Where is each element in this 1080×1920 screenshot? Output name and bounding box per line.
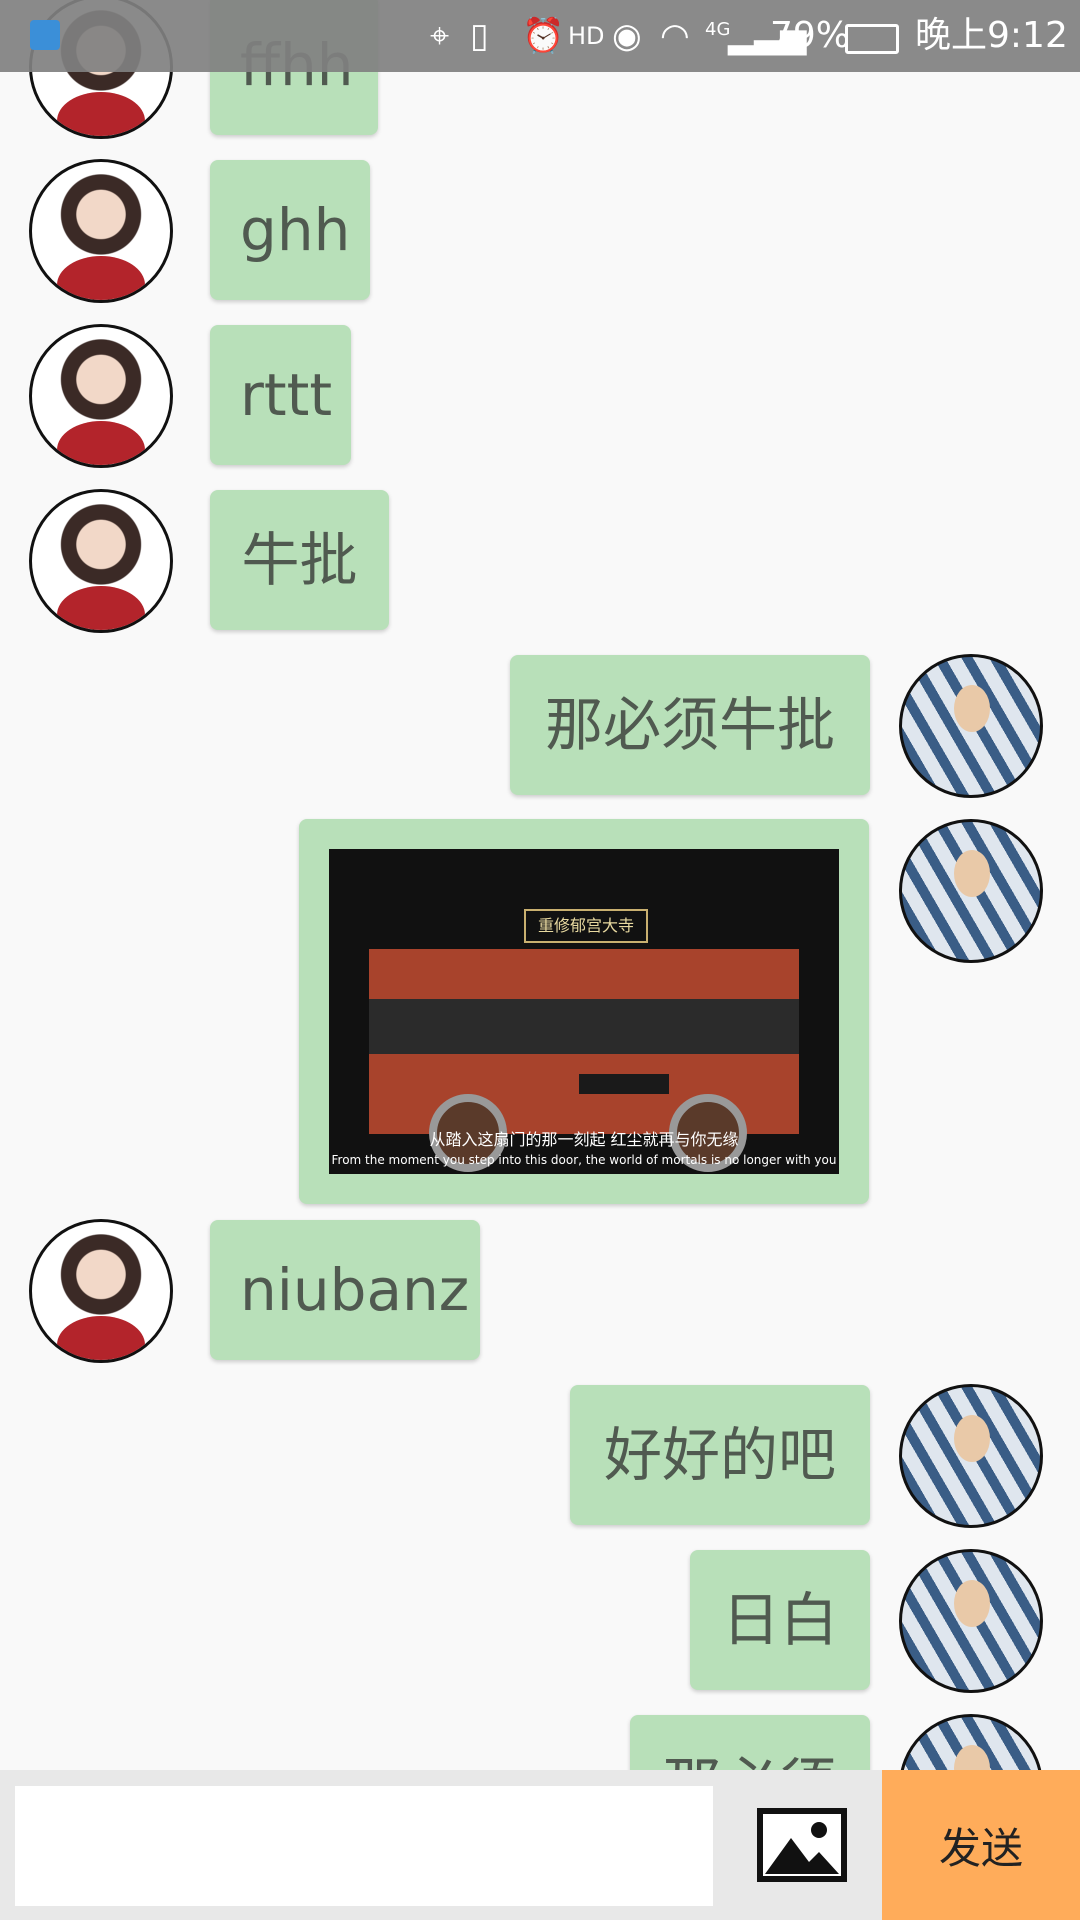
battery-percent: 79% [770,15,851,56]
temple-sign: 重修郁宫大寺 [524,909,648,943]
message-input[interactable] [15,1786,713,1906]
avatar[interactable] [29,1219,173,1363]
status-bar: ⌖ ▯ ⏰ HD ◉ ◠ 4G ▂▃▅ 79% 晚上9:12 [0,0,1080,72]
vibrate-icon: ▯ [470,16,489,56]
message-image[interactable]: 重修郁宫大寺 从踏入这扇门的那一刻起 红尘就再与你无缘 From the mom… [329,849,839,1174]
location-icon: ⌖ [430,16,450,56]
avatar[interactable] [29,324,173,468]
image-caption-cn: 从踏入这扇门的那一刻起 红尘就再与你无缘 [429,1130,739,1149]
notification-icon [30,20,60,50]
send-button[interactable]: 发送 [882,1770,1080,1920]
temple-gate [579,1074,669,1094]
network-type: 4G [705,19,731,40]
message-bubble[interactable]: 日白 [690,1550,870,1690]
message-bubble[interactable]: ghh [210,160,370,300]
avatar[interactable] [29,489,173,633]
avatar[interactable] [29,159,173,303]
message-bubble[interactable]: rttt [210,325,351,465]
image-picker-icon[interactable] [757,1808,847,1882]
message-bubble[interactable]: 牛批 [210,490,389,630]
message-bubble[interactable]: 那必须牛批 [510,655,870,795]
temple-wall [369,949,799,1172]
image-caption-en: From the moment you step into this door,… [331,1153,837,1167]
clock: 晚上9:12 [915,15,1068,56]
alarm-icon: ⏰ [522,16,565,56]
eye-icon: ◉ [612,16,642,56]
avatar[interactable] [899,1384,1043,1528]
message-bubble[interactable]: 好好的吧 [570,1385,870,1525]
avatar[interactable] [899,819,1043,963]
temple-roof [369,999,799,1054]
composer-bar: 发送 [0,1770,1080,1920]
wifi-icon: ◠ [660,16,690,56]
message-bubble[interactable]: niubanz [210,1220,480,1360]
hd-badge: HD [568,22,605,50]
battery-icon [845,24,899,54]
avatar[interactable] [899,654,1043,798]
image-message[interactable]: 重修郁宫大寺 从踏入这扇门的那一刻起 红尘就再与你无缘 From the mom… [299,819,869,1204]
avatar[interactable] [899,1549,1043,1693]
